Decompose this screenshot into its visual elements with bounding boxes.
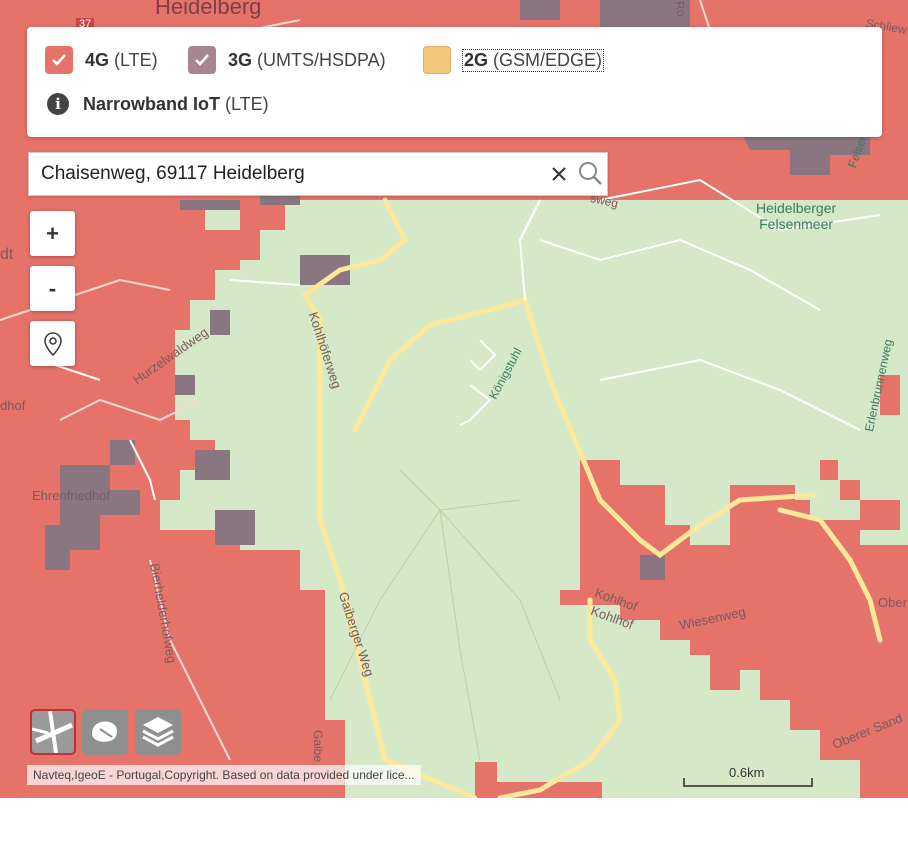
layers-icon (142, 717, 174, 747)
checkbox-3g[interactable] (188, 46, 216, 74)
road-layer-icon (32, 711, 74, 753)
location-pin-icon (43, 331, 62, 356)
scale-bar (683, 778, 813, 787)
zoom-in-button[interactable]: + (30, 211, 75, 256)
label-hof: dhof (0, 398, 26, 413)
checkbox-2g[interactable] (423, 46, 451, 74)
legend-3g-detail: (UMTS/HSDPA) (257, 49, 386, 70)
legend-4g-name: 4G (85, 49, 110, 70)
search-input[interactable] (41, 161, 531, 187)
search-icon[interactable] (577, 160, 603, 186)
address-search (28, 152, 608, 196)
label-ehrenfriedhof: Ehrenfriedhof (32, 488, 111, 503)
zoom-out-button[interactable]: - (30, 266, 75, 311)
legend-4g-detail: (LTE) (114, 49, 158, 70)
legend-iot: i Narrowband IoT (LTE) (47, 93, 269, 115)
info-icon[interactable]: i (47, 93, 69, 115)
coverage-legend: 4G (LTE) 3G (UMTS/HSDPA) 2G (GSM/EDGE) i … (27, 27, 882, 137)
label-dt: dt (0, 246, 14, 263)
checkmark-icon (195, 54, 209, 66)
label-ober: Ober (878, 595, 907, 610)
terrain-layer-button[interactable] (82, 709, 128, 755)
label-heidelberg: Heidelberg (155, 0, 262, 19)
checkbox-4g[interactable] (45, 46, 73, 74)
clear-icon[interactable] (549, 164, 569, 184)
layers-button[interactable] (135, 709, 181, 755)
legend-2g[interactable]: 2G (GSM/EDGE) (423, 46, 605, 74)
legend-2g-label[interactable]: 2G (GSM/EDGE) (461, 48, 605, 72)
terrain-icon (92, 721, 118, 742)
legend-iot-name: Narrowband IoT (83, 93, 221, 114)
label-gaibe: Gaibe (311, 730, 325, 763)
legend-2g-detail: (GSM/EDGE) (493, 49, 603, 70)
checkmark-icon (52, 54, 66, 66)
legend-3g-name: 3G (228, 49, 253, 70)
legend-2g-name: 2G (464, 49, 489, 70)
map-attribution: Navteq,IgeoE - Portugal,Copyright. Based… (27, 765, 421, 785)
legend-4g[interactable]: 4G (LTE) (45, 46, 158, 74)
legend-iot-detail: (LTE) (225, 93, 269, 114)
legend-3g[interactable]: 3G (UMTS/HSDPA) (188, 46, 386, 74)
label-felsenmeer: Heidelberger Felsenmeer (756, 200, 837, 232)
satellite-layer-button[interactable] (30, 709, 76, 755)
label-ro: Ro (672, 0, 689, 18)
locate-button[interactable] (30, 321, 75, 366)
